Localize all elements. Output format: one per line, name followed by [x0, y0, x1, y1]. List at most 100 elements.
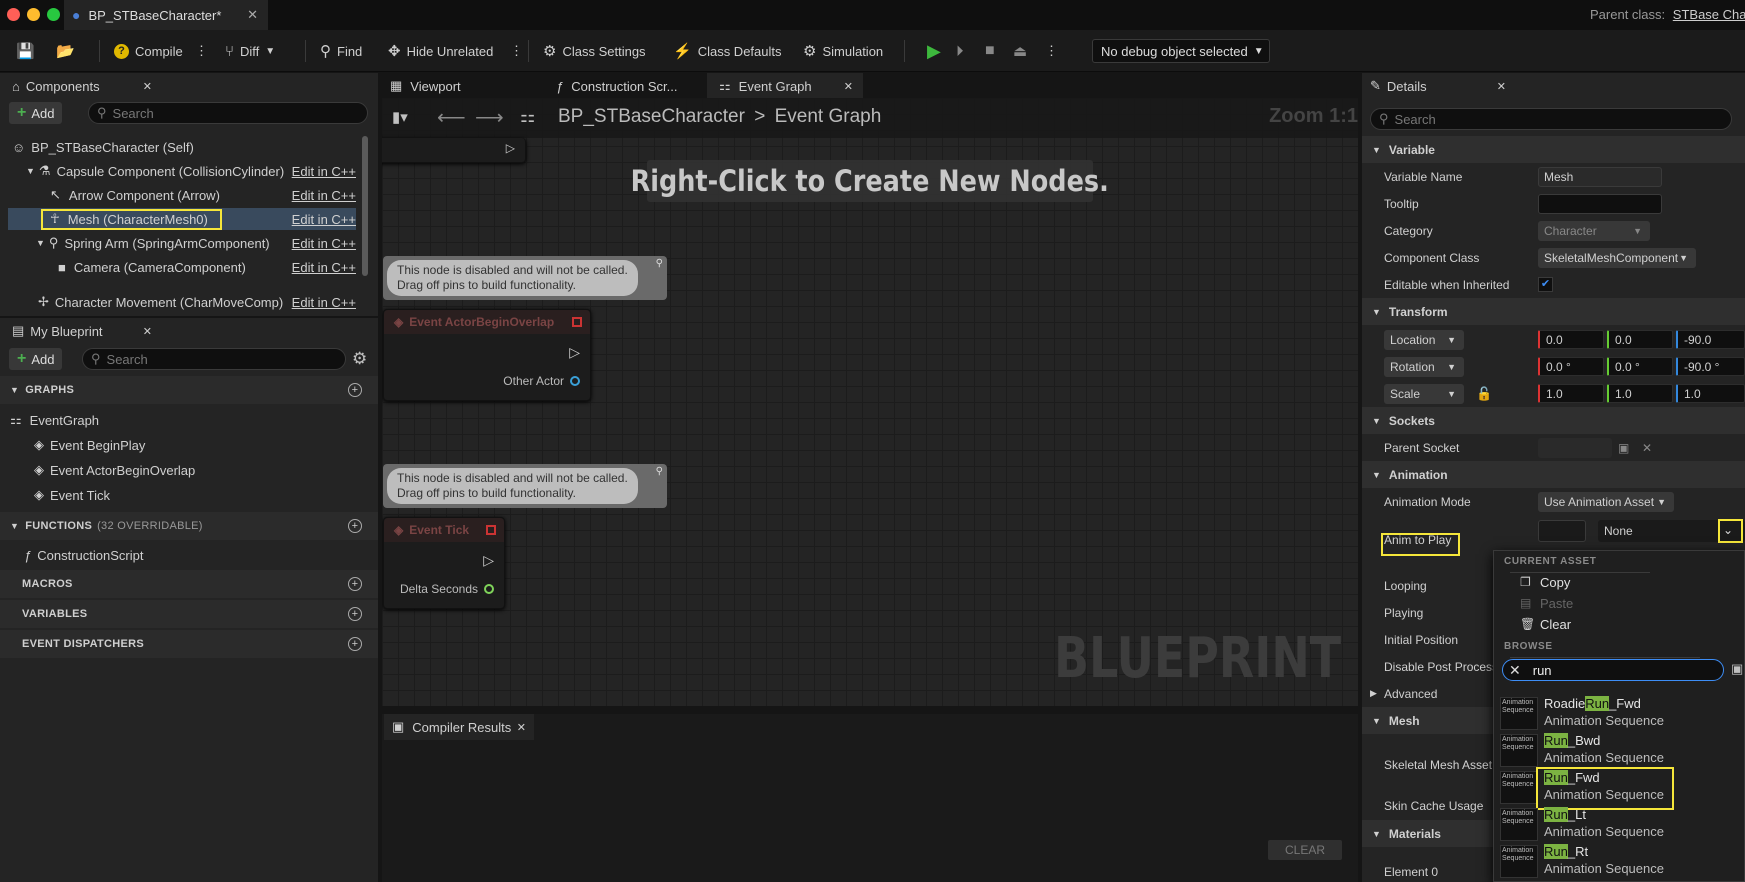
graph-item-eventgraph[interactable]: ⚏ EventGraph	[10, 409, 358, 431]
class-defaults-button[interactable]: ⚡ Class Defaults	[673, 30, 782, 72]
event-dispatchers-section-header[interactable]: EVENT DISPATCHERS +	[0, 630, 378, 658]
event-graph-canvas[interactable]: ▮▾ ⟵ ⟶ ⚏ BP_STBaseCharacter > Event Grap…	[382, 98, 1358, 706]
browse-socket-icon[interactable]: ▣	[1618, 441, 1629, 455]
compile-button[interactable]: ? Compile	[114, 30, 183, 72]
hide-unrelated-button[interactable]: ✥ Hide Unrelated	[388, 30, 493, 72]
rotation-y-field[interactable]: 0.0 °	[1607, 357, 1673, 376]
copy-menu-item[interactable]: Copy	[1540, 575, 1570, 590]
my-blueprint-tab[interactable]: ▤ My Blueprint ✕	[6, 318, 158, 344]
macros-section-header[interactable]: MACROS +	[0, 570, 378, 598]
add-graph-icon[interactable]: +	[348, 383, 362, 397]
pin-other-actor[interactable]: Other Actor	[503, 374, 580, 388]
edit-in-cpp-link[interactable]: Edit in C++	[292, 236, 356, 251]
parent-class-link[interactable]: STBase Chara	[1673, 7, 1745, 22]
tooltip-field[interactable]	[1538, 193, 1662, 214]
disabled-comment-1[interactable]: This node is disabled and will not be ca…	[383, 256, 667, 300]
category-variable[interactable]: ▼ Variable	[1362, 136, 1745, 163]
components-search-input[interactable]: ⚲ Search	[88, 102, 368, 124]
pin-delta-seconds[interactable]: Delta Seconds	[400, 582, 494, 596]
editable-checkbox[interactable]: ✔	[1538, 277, 1553, 292]
add-component-button[interactable]: + Add	[9, 102, 63, 124]
maximize-window-button[interactable]	[47, 8, 60, 21]
delegate-pin-icon[interactable]	[486, 525, 496, 535]
add-macro-icon[interactable]: +	[348, 577, 362, 591]
rotation-z-field[interactable]: -90.0 °	[1676, 357, 1745, 376]
graphs-section-header[interactable]: ▼ GRAPHS +	[0, 376, 378, 404]
location-y-field[interactable]: 0.0	[1607, 330, 1673, 349]
component-class-combo[interactable]: SkeletalMeshComponent ▼	[1538, 247, 1696, 268]
asset-settings-icon[interactable]: ▣	[1731, 661, 1743, 677]
graph-item-tick[interactable]: ◈ Event Tick	[34, 484, 382, 506]
close-window-button[interactable]	[7, 8, 20, 21]
browse-button[interactable]: 📂	[56, 30, 75, 72]
tree-item-arrow[interactable]: ↖ Arrow Component (Arrow) Edit in C++	[8, 184, 356, 206]
debug-object-select[interactable]: No debug object selected ▼	[1092, 39, 1270, 63]
delegate-pin-icon[interactable]	[572, 317, 582, 327]
clear-socket-icon[interactable]: ✕	[1642, 441, 1652, 455]
node-event-actor-begin-overlap[interactable]: ◈ Event ActorBeginOverlap ▷ Other Actor	[383, 309, 591, 401]
location-mode-combo[interactable]: Location ▼	[1384, 329, 1464, 350]
tree-item-capsule[interactable]: ▼ ⚗ Capsule Component (CollisionCylinder…	[8, 160, 356, 182]
clear-menu-item[interactable]: Clear	[1540, 617, 1571, 632]
exec-pin-icon[interactable]: ▷	[506, 141, 515, 155]
asset-search-input[interactable]: ✕ run	[1502, 659, 1724, 681]
play-options-button[interactable]: ⋮	[1045, 30, 1058, 72]
asset-item-run-bwd[interactable]: Animation Sequence Run_Bwd Animation Seq…	[1498, 732, 1743, 768]
add-variable-icon[interactable]: +	[348, 607, 362, 621]
function-item-construction-script[interactable]: ƒ ConstructionScript	[24, 544, 372, 566]
tree-item-character-movement[interactable]: ✢ Character Movement (CharMoveComp) Edit…	[8, 291, 356, 313]
find-button[interactable]: ⚲ Find	[320, 30, 362, 72]
close-tab-icon[interactable]: ✕	[844, 80, 853, 93]
edit-in-cpp-link[interactable]: Edit in C++	[292, 164, 356, 179]
add-member-button[interactable]: + Add	[9, 348, 63, 370]
compile-options-button[interactable]: ⋮	[195, 30, 208, 72]
tree-item-self[interactable]: ☺ BP_STBaseCharacter (Self)	[8, 136, 356, 158]
close-tab-icon[interactable]: ✕	[517, 721, 526, 734]
close-tab-icon[interactable]: ✕	[143, 80, 152, 93]
play-button[interactable]: ▶	[927, 30, 941, 72]
close-tab-icon[interactable]: ✕	[247, 7, 258, 23]
graph-item-actor-begin-overlap[interactable]: ◈ Event ActorBeginOverlap	[34, 459, 382, 481]
edit-in-cpp-link[interactable]: Edit in C++	[292, 295, 356, 310]
bookmark-icon[interactable]: ▮▾	[392, 108, 408, 126]
scale-x-field[interactable]: 1.0	[1538, 384, 1604, 403]
rotation-x-field[interactable]: 0.0 °	[1538, 357, 1604, 376]
scale-y-field[interactable]: 1.0	[1607, 384, 1673, 403]
add-event-dispatcher-icon[interactable]: +	[348, 637, 362, 651]
category-transform[interactable]: ▼ Transform	[1362, 298, 1745, 325]
stop-button[interactable]: ■	[985, 30, 995, 72]
location-x-field[interactable]: 0.0	[1538, 330, 1604, 349]
close-tab-icon[interactable]: ✕	[1497, 80, 1506, 93]
asset-tab[interactable]: ● BP_STBaseCharacter* ✕	[64, 0, 268, 30]
functions-section-header[interactable]: ▼ FUNCTIONS (32 OVERRIDABLE) +	[0, 512, 378, 540]
variables-section-header[interactable]: VARIABLES +	[0, 600, 378, 628]
components-scrollbar[interactable]	[362, 136, 368, 276]
category-sockets[interactable]: ▼ Sockets	[1362, 407, 1745, 434]
exec-pin-icon[interactable]: ▷	[483, 552, 494, 569]
back-arrow-icon[interactable]: ⟵	[437, 105, 466, 130]
animation-mode-combo[interactable]: Use Animation Asset ▼	[1538, 491, 1674, 512]
my-blueprint-search-input[interactable]: ⚲ Search	[82, 348, 346, 370]
scale-mode-combo[interactable]: Scale ▼	[1384, 383, 1464, 404]
details-tab[interactable]: ✎ Details ✕	[1364, 73, 1514, 99]
class-settings-button[interactable]: ⚙ Class Settings	[543, 30, 646, 72]
edit-in-cpp-link[interactable]: Edit in C++	[292, 260, 356, 275]
diff-button[interactable]: ⑂ Diff ▼	[225, 30, 275, 72]
components-tab[interactable]: ⌂ Components ✕	[6, 73, 158, 99]
category-combo[interactable]: Character ▼	[1538, 220, 1650, 241]
category-animation[interactable]: ▼ Animation	[1362, 461, 1745, 488]
tab-event-graph[interactable]: ⚏ Event Graph ✕	[707, 73, 863, 99]
rotation-mode-combo[interactable]: Rotation ▼	[1384, 356, 1464, 377]
simulation-button[interactable]: ⚙ Simulation	[803, 30, 883, 72]
clear-button[interactable]: CLEAR	[1268, 840, 1342, 860]
scale-z-field[interactable]: 1.0	[1676, 384, 1745, 403]
graph-item-beginplay[interactable]: ◈ Event BeginPlay	[34, 434, 382, 456]
details-search-input[interactable]: ⚲ Search	[1370, 108, 1732, 130]
tab-construction-script[interactable]: ƒ Construction Scr...	[550, 73, 710, 99]
add-function-icon[interactable]: +	[348, 519, 362, 533]
asset-item-run-lt[interactable]: Animation Sequence Run_Lt Animation Sequ…	[1498, 806, 1743, 842]
asset-item-roadie-run-fwd[interactable]: Animation Sequence RoadieRun_Fwd Animati…	[1498, 695, 1743, 731]
edit-in-cpp-link[interactable]: Edit in C++	[292, 188, 356, 203]
tree-item-camera[interactable]: ■ Camera (CameraComponent) Edit in C++	[8, 256, 356, 278]
clear-search-icon[interactable]: ✕	[1509, 662, 1521, 679]
